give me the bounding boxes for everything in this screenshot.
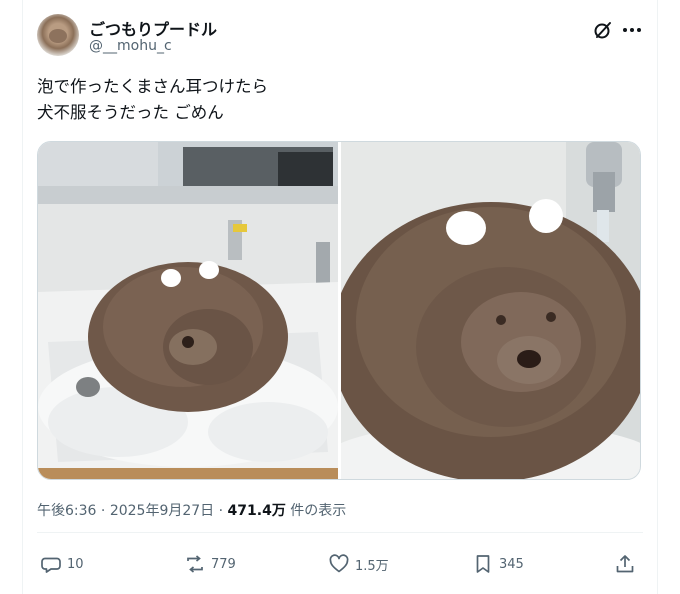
divider bbox=[37, 532, 643, 533]
display-name[interactable]: ごつもりプードル bbox=[89, 16, 217, 40]
tweet-card: ごつもりプードル @__mohu_c 泡で作ったくまさん耳つけたら 犬不服そうだ… bbox=[22, 0, 658, 594]
photo-dog-closeup[interactable] bbox=[341, 142, 640, 479]
photo-dog-in-sink[interactable] bbox=[38, 142, 338, 479]
user-handle[interactable]: @__mohu_c bbox=[89, 38, 172, 54]
view-label: 件の表示 bbox=[285, 503, 347, 519]
more-icon[interactable] bbox=[621, 20, 643, 40]
like-button[interactable]: 1.5万 bbox=[329, 550, 389, 578]
meta-separator: · bbox=[96, 503, 110, 519]
bookmark-count: 345 bbox=[499, 556, 524, 572]
grok-icon[interactable] bbox=[593, 20, 613, 40]
like-icon bbox=[329, 554, 349, 573]
tweet-media bbox=[37, 141, 641, 480]
view-count: 471.4万 bbox=[227, 503, 286, 519]
bookmark-button[interactable]: 345 bbox=[473, 550, 524, 578]
avatar[interactable] bbox=[37, 14, 79, 56]
share-icon bbox=[616, 555, 634, 573]
tweet-date[interactable]: 2025年9月27日 bbox=[110, 503, 214, 519]
reply-button[interactable]: 10 bbox=[41, 550, 84, 578]
meta-separator: · bbox=[214, 503, 228, 519]
like-count: 1.5万 bbox=[355, 558, 389, 574]
action-bar: 10 779 1.5万 345 bbox=[37, 550, 643, 578]
repost-icon bbox=[187, 555, 203, 573]
tweet-header: ごつもりプードル @__mohu_c bbox=[37, 12, 643, 60]
tweet-time[interactable]: 午後6:36 bbox=[37, 503, 96, 519]
repost-button[interactable]: 779 bbox=[185, 550, 236, 578]
tweet-meta: 午後6:36 · 2025年9月27日 · 471.4万 件の表示 bbox=[37, 500, 346, 520]
reply-count: 10 bbox=[67, 556, 84, 572]
reply-icon bbox=[41, 557, 61, 573]
repost-count: 779 bbox=[211, 556, 236, 572]
share-button[interactable] bbox=[615, 550, 641, 578]
bookmark-icon bbox=[476, 555, 490, 573]
tweet-text: 泡で作ったくまさん耳つけたら 犬不服そうだった ごめん bbox=[37, 77, 268, 122]
